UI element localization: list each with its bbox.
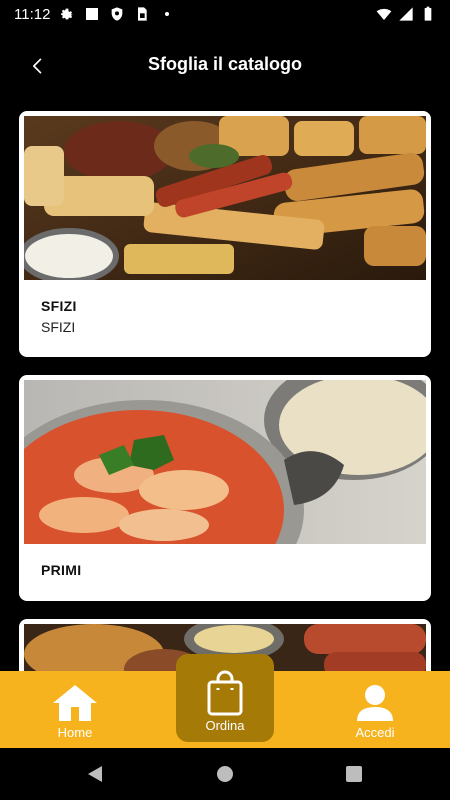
sim-card-icon <box>138 7 148 21</box>
nav-ordina[interactable]: Ordina <box>176 654 274 742</box>
back-button[interactable] <box>22 50 54 82</box>
card-title: PRIMI <box>41 562 82 578</box>
system-nav-bar <box>0 748 450 800</box>
system-back-button[interactable] <box>83 762 107 786</box>
recents-square-icon <box>346 766 362 782</box>
status-bar: 11:12 <box>0 0 450 28</box>
shield-icon <box>112 7 123 21</box>
category-card-sfizi[interactable]: SFIZI SFIZI <box>19 111 431 357</box>
home-circle-icon <box>217 766 233 782</box>
user-icon <box>357 685 393 721</box>
system-home-button[interactable] <box>213 762 237 786</box>
nav-home-label: Home <box>57 725 93 740</box>
shopping-bag-icon <box>207 670 243 716</box>
nav-ordina-label: Ordina <box>205 718 245 733</box>
fried-appetizers-photo <box>24 116 426 280</box>
app-header: Sfoglia il catalogo <box>0 36 450 92</box>
battery-icon <box>424 6 432 21</box>
dot-icon <box>165 12 170 16</box>
card-title: SFIZI <box>41 298 77 314</box>
nav-home[interactable]: Home <box>20 671 130 748</box>
wifi-icon <box>376 8 392 20</box>
category-card-primi[interactable]: PRIMI <box>19 375 431 601</box>
catalog-list[interactable]: SFIZI SFIZI PRIMI <box>19 111 431 671</box>
card-subtitle: SFIZI <box>41 319 76 335</box>
square-icon <box>86 8 99 20</box>
chevron-left-icon <box>33 58 42 74</box>
signal-icon <box>399 7 413 21</box>
status-time: 11:12 <box>14 5 51 23</box>
system-recents-button[interactable] <box>342 762 366 786</box>
settings-icon <box>61 8 74 20</box>
home-icon <box>53 685 97 721</box>
gnocchi-pasta-photo <box>24 380 426 544</box>
back-triangle-icon <box>88 766 102 782</box>
nav-accedi-label: Accedi <box>355 725 395 740</box>
nav-accedi[interactable]: Accedi <box>320 671 430 748</box>
page-title: Sfoglia il catalogo <box>147 53 303 74</box>
